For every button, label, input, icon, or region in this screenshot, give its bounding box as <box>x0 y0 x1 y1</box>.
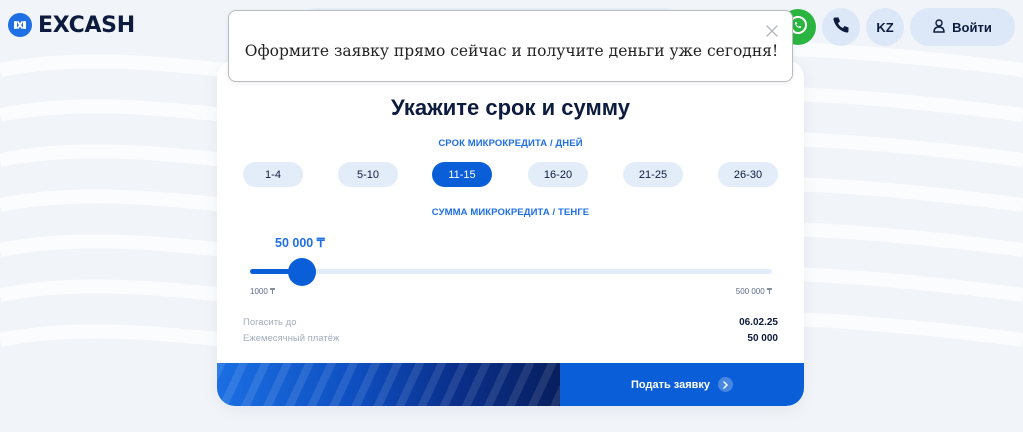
language-switch-button[interactable]: KZ <box>866 8 904 46</box>
close-icon[interactable] <box>766 24 778 37</box>
login-label: Войти <box>952 19 992 35</box>
term-option-label: 1-4 <box>265 168 281 181</box>
term-option-label: 11-15 <box>448 168 476 181</box>
form-title: Укажите срок и сумму <box>391 95 630 120</box>
term-option-label: 26-30 <box>733 168 763 181</box>
popup-message: Оформите заявку прямо сейчас и получите … <box>244 42 779 60</box>
submit-label: Подать заявку <box>630 378 711 391</box>
amount-value: 50 000 ₸ <box>275 236 325 250</box>
term-section-label: СРОК МИКРОКРЕДИТА / ДНЕЙ <box>438 138 583 149</box>
language-label: KZ <box>876 19 894 35</box>
user-icon <box>933 18 945 36</box>
monthly-payment-label: Ежемесячный платёж <box>243 333 340 344</box>
term-option-21-25[interactable]: 21-25 <box>623 162 683 187</box>
brand-name: EXCASH <box>38 12 135 38</box>
amount-slider-track[interactable] <box>250 269 772 274</box>
term-option-26-30[interactable]: 26-30 <box>718 162 778 187</box>
phone-button[interactable] <box>822 8 860 46</box>
slider-max-label: 500 000 ₸ <box>735 287 772 296</box>
repay-date-value: 06.02.25 <box>739 317 778 328</box>
loan-calculator-card: Укажите срок и сумму СРОК МИКРОКРЕДИТА /… <box>217 60 804 406</box>
excash-logo-icon <box>8 13 32 37</box>
phone-icon <box>831 15 851 40</box>
term-option-11-15[interactable]: 11-15 <box>432 162 492 187</box>
term-option-1-4[interactable]: 1-4 <box>243 162 303 187</box>
term-option-5-10[interactable]: 5-10 <box>338 162 398 187</box>
login-button[interactable]: Войти <box>910 8 1015 46</box>
monthly-payment-value: 50 000 <box>747 333 778 344</box>
term-option-label: 21-25 <box>638 168 668 181</box>
amount-slider-thumb[interactable] <box>288 258 316 286</box>
term-option-16-20[interactable]: 16-20 <box>528 162 588 187</box>
repay-date-label: Погасить до <box>243 317 297 328</box>
slider-min-label: 1000 ₸ <box>250 287 276 296</box>
notification-popup: Оформите заявку прямо сейчас и получите … <box>228 10 793 82</box>
submit-application-button[interactable]: Подать заявку <box>560 363 804 406</box>
amount-section-label: СУММА МИКРОКРЕДИТА / ТЕНГЕ <box>431 207 590 218</box>
brand-logo[interactable]: EXCASH <box>8 10 135 40</box>
footer-decorative-banner <box>217 363 560 406</box>
term-option-label: 16-20 <box>543 168 573 181</box>
chevron-right-icon <box>718 377 734 392</box>
term-option-label: 5-10 <box>356 168 380 181</box>
